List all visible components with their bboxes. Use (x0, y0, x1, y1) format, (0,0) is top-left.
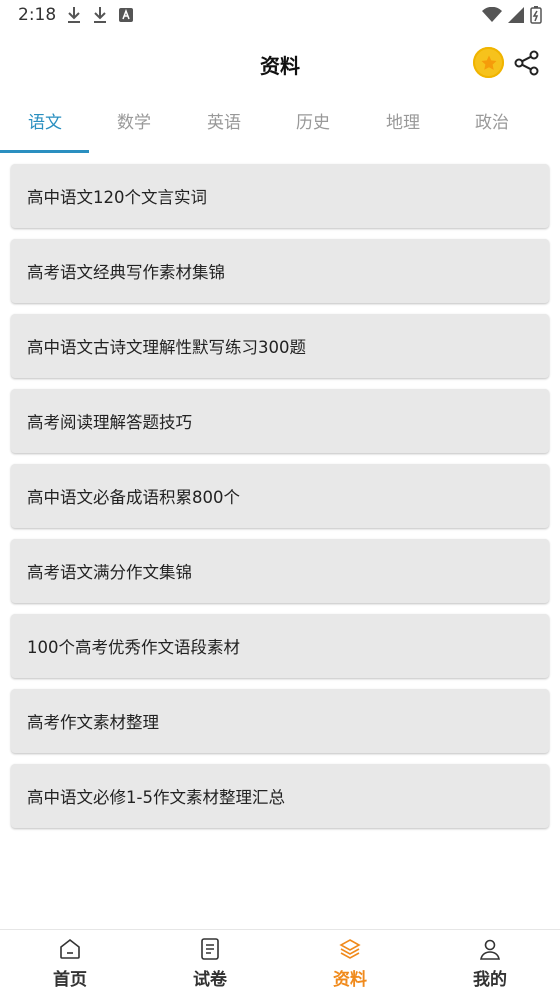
tab-math[interactable]: 数学 (89, 100, 179, 148)
list-item[interactable]: 高中语文120个文言实词 (11, 164, 549, 228)
page-title: 资料 (260, 54, 300, 78)
status-bar: 2:18 (0, 0, 560, 32)
wifi-icon (482, 7, 502, 22)
star-icon (481, 55, 496, 70)
nav-home[interactable]: 首页 (0, 930, 140, 996)
list-item[interactable]: 100个高考优秀作文语段素材 (11, 614, 549, 678)
list-item[interactable]: 高考阅读理解答题技巧 (11, 389, 549, 453)
status-notifications (66, 6, 134, 24)
nav-mine-label: 我的 (473, 970, 507, 990)
download-icon (94, 7, 106, 23)
nav-materials-label: 资料 (333, 970, 367, 990)
battery-icon (530, 6, 542, 24)
status-time: 2:18 (18, 5, 57, 25)
subject-tabs: 语文 数学 英语 历史 地理 政治 (0, 100, 560, 152)
share-icon[interactable] (513, 49, 541, 77)
paper-icon (201, 938, 219, 960)
material-list: 高中语文120个文言实词 高考语文经典写作素材集锦 高中语文古诗文理解性默写练习… (11, 164, 549, 839)
tab-history[interactable]: 历史 (268, 100, 358, 148)
list-item[interactable]: 高考语文满分作文集锦 (11, 539, 549, 603)
nav-materials[interactable]: 资料 (280, 930, 420, 996)
list-item[interactable]: 高中语文必备成语积累800个 (11, 464, 549, 528)
tab-geography[interactable]: 地理 (358, 100, 448, 148)
list-item[interactable]: 高考语文经典写作素材集锦 (11, 239, 549, 303)
home-icon (60, 938, 80, 959)
tab-english[interactable]: 英语 (179, 100, 269, 148)
list-item[interactable]: 高中语文古诗文理解性默写练习300题 (11, 314, 549, 378)
header: 资料 (0, 32, 560, 94)
status-system-icons (482, 6, 542, 24)
tab-politics[interactable]: 政治 (447, 100, 537, 148)
tab-chinese[interactable]: 语文 (0, 100, 90, 148)
nav-mine[interactable]: 我的 (420, 930, 560, 996)
bottom-nav: 首页 试卷 资料 我的 (0, 929, 560, 996)
download-icon (68, 7, 80, 23)
nav-papers[interactable]: 试卷 (140, 930, 280, 996)
layers-icon (339, 939, 361, 959)
app-notification-icon (119, 8, 133, 22)
tab-indicator (0, 150, 89, 153)
list-item[interactable]: 高考作文素材整理 (11, 689, 549, 753)
user-icon (480, 939, 500, 960)
coin-button[interactable] (473, 47, 504, 78)
list-item[interactable]: 高中语文必修1-5作文素材整理汇总 (11, 764, 549, 828)
cell-signal-icon (508, 7, 524, 23)
nav-home-label: 首页 (53, 970, 87, 990)
nav-papers-label: 试卷 (193, 970, 227, 990)
